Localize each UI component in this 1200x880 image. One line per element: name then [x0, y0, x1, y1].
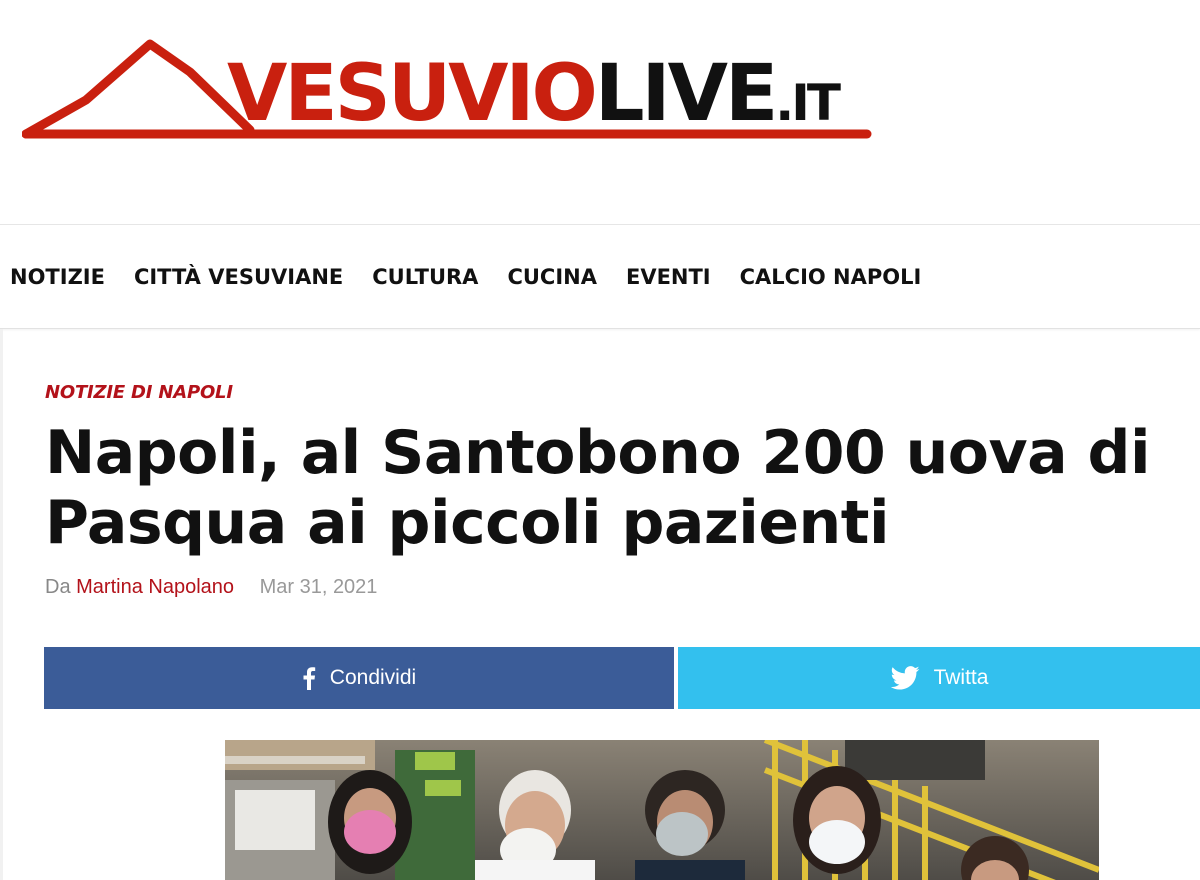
article-title: Napoli, al Santobono 200 uova di Pasqua …	[45, 418, 1151, 558]
article-meta: Da Martina Napolano Mar 31, 2021	[45, 576, 377, 599]
twitter-share-button[interactable]: Twitta	[678, 647, 1200, 709]
site-logo[interactable]: VESUVIOLIVE.IT	[22, 36, 882, 156]
nav-item-eventi[interactable]: EVENTI	[626, 265, 711, 289]
byline-prefix: Da	[45, 576, 71, 598]
publish-date: Mar 31, 2021	[259, 576, 378, 598]
article-category-link[interactable]: NOTIZIE DI NAPOLI	[45, 382, 233, 403]
page-edge	[0, 329, 3, 880]
nav-item-cucina[interactable]: CUCINA	[507, 265, 597, 289]
nav-item-cultura[interactable]: CULTURA	[372, 265, 478, 289]
facebook-share-button[interactable]: Condividi	[44, 647, 674, 709]
nav-item-notizie[interactable]: NOTIZIE	[10, 265, 105, 289]
nav-item-citta-vesuviane[interactable]: CITTÀ VESUVIANE	[134, 265, 343, 289]
main-navigation: NOTIZIE CITTÀ VESUVIANE CULTURA CUCINA E…	[0, 225, 1200, 329]
svg-text:VESUVIOLIVE.IT: VESUVIOLIVE.IT	[227, 49, 841, 139]
article-featured-image	[225, 740, 1099, 880]
twitter-share-label: Twitta	[933, 666, 989, 689]
site-header: VESUVIOLIVE.IT	[0, 0, 1200, 225]
author-link[interactable]: Martina Napolano	[76, 576, 234, 598]
facebook-icon	[302, 666, 316, 690]
nav-item-calcio-napoli[interactable]: CALCIO NAPOLI	[740, 265, 922, 289]
twitter-icon	[890, 666, 920, 690]
facebook-share-label: Condividi	[329, 666, 417, 689]
